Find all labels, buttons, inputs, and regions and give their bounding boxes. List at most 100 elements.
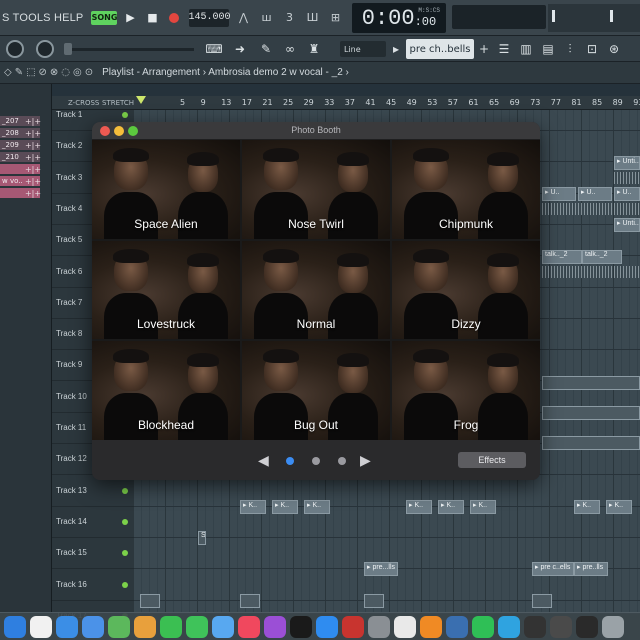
main-menu[interactable]: S TOOLS HELP xyxy=(0,12,83,24)
effects-button[interactable]: Effects xyxy=(458,452,526,468)
messages-icon[interactable] xyxy=(186,615,208,638)
audio-clip[interactable]: ▸ Unti.. xyxy=(614,156,640,170)
telegram-icon[interactable] xyxy=(498,615,520,638)
piano-roll-icon[interactable]: ▥ xyxy=(518,41,534,57)
effect-thumbnail[interactable]: Bug Out xyxy=(242,341,390,440)
safari-icon[interactable] xyxy=(56,615,78,638)
add-pattern-button[interactable]: + xyxy=(476,41,492,57)
close-window-button[interactable] xyxy=(100,126,110,136)
effect-thumbnail[interactable]: Nose Twirl xyxy=(242,140,390,239)
pattern-selector[interactable]: pre ch..bells xyxy=(406,39,474,59)
photo-booth-titlebar[interactable]: Photo Booth xyxy=(92,122,540,140)
flstudio-icon[interactable] xyxy=(420,615,442,638)
channel-route-button[interactable]: +|+ xyxy=(25,176,41,186)
podcasts-icon[interactable] xyxy=(264,615,286,638)
playlist-icon[interactable]: ☰ xyxy=(496,41,512,57)
track-header[interactable]: Track 16 xyxy=(52,570,134,601)
app4-icon[interactable] xyxy=(550,615,572,638)
photobooth-icon[interactable] xyxy=(342,615,364,638)
track-mute-led[interactable] xyxy=(122,519,128,525)
channel-route-button[interactable]: +|+ xyxy=(25,164,41,174)
channel-route-button[interactable]: +|+ xyxy=(25,128,41,138)
photos-icon[interactable] xyxy=(134,615,156,638)
pattern-clip[interactable] xyxy=(542,376,640,390)
pattern-clip[interactable]: ▸ K.. xyxy=(406,500,432,514)
arrow-right-icon[interactable]: ➜ xyxy=(232,41,248,57)
wait-input-icon[interactable]: ш xyxy=(257,9,275,27)
page-dot-2[interactable] xyxy=(312,457,320,465)
position-slider-track[interactable] xyxy=(64,48,194,51)
track-header[interactable]: Track 13 xyxy=(52,476,134,507)
pattern-clip[interactable] xyxy=(532,594,552,608)
master-volume-knob[interactable] xyxy=(6,40,24,58)
channel-route-button[interactable]: +|+ xyxy=(25,152,41,162)
link-icon[interactable]: ∞ xyxy=(282,41,298,57)
finder2-icon[interactable] xyxy=(212,615,234,638)
pattern-clip[interactable] xyxy=(240,594,260,608)
effect-thumbnail[interactable]: Dizzy xyxy=(392,240,540,340)
pattern-clip[interactable] xyxy=(542,406,640,420)
channel-route-button[interactable]: +|+ xyxy=(25,188,41,198)
keyboard-icon[interactable]: ⌨ xyxy=(205,41,222,57)
pattern-clip[interactable] xyxy=(140,594,160,608)
effect-thumbnail[interactable]: Chipmunk xyxy=(392,140,540,239)
calendar-icon[interactable] xyxy=(30,615,52,638)
whatsapp-icon[interactable] xyxy=(472,615,494,638)
record-button[interactable] xyxy=(165,9,183,27)
pattern-clip[interactable]: ▸ K.. xyxy=(272,500,298,514)
appstore-icon[interactable] xyxy=(316,615,338,638)
finder-icon[interactable] xyxy=(4,615,26,638)
audio-clip[interactable]: ▸ U.. xyxy=(542,187,576,201)
track-mute-led[interactable] xyxy=(122,112,128,118)
audio-clip[interactable]: talk.._2 xyxy=(542,250,582,264)
effect-thumbnail[interactable]: Normal xyxy=(242,240,390,340)
pattern-clip[interactable]: ▸ pre..lls xyxy=(574,562,608,576)
effect-thumbnail[interactable]: Blockhead xyxy=(92,341,240,440)
playlist-tool-icons[interactable]: ◇✎⬚⊘⊗◌◎⊙ xyxy=(4,67,96,78)
effect-thumbnail[interactable]: Lovestruck xyxy=(92,240,240,340)
settings-icon[interactable] xyxy=(368,615,390,638)
channel-route-button[interactable]: +|+ xyxy=(25,116,41,126)
channel-rack-icon[interactable]: ▤ xyxy=(540,41,556,57)
page-dot-3[interactable] xyxy=(338,457,346,465)
pattern-clip[interactable] xyxy=(542,436,640,450)
countdown-icon[interactable]: 3 xyxy=(280,9,298,27)
blend-notes-icon[interactable]: ⊞ xyxy=(326,9,344,27)
tempo-display[interactable]: 145.000 xyxy=(188,8,231,27)
previous-page-button[interactable]: ◀ xyxy=(258,453,269,469)
effect-thumbnail[interactable]: Space Alien xyxy=(92,140,240,239)
zoom-window-button[interactable] xyxy=(128,126,138,136)
audio-clip[interactable]: ▸ U.. xyxy=(578,187,612,201)
position-slider-thumb[interactable] xyxy=(64,43,72,55)
mail-icon[interactable] xyxy=(82,615,104,638)
mixer-icon[interactable]: ⫶ xyxy=(562,41,578,57)
pattern-clip[interactable]: ▸ K.. xyxy=(304,500,330,514)
track-mute-led[interactable] xyxy=(122,488,128,494)
app5-icon[interactable] xyxy=(576,615,598,638)
app3-icon[interactable] xyxy=(524,615,546,638)
stamp-icon[interactable]: ♜ xyxy=(306,41,322,57)
page-dot-1[interactable] xyxy=(286,457,294,465)
next-page-button[interactable]: ▶ xyxy=(360,453,371,469)
pattern-clip[interactable]: ▸ K.. xyxy=(574,500,600,514)
chrome-icon[interactable] xyxy=(394,615,416,638)
pattern-clip[interactable]: ▸ K.. xyxy=(470,500,496,514)
track-lane[interactable] xyxy=(134,507,640,538)
maps-icon[interactable] xyxy=(108,615,130,638)
pattern-clip[interactable]: S xyxy=(198,531,206,545)
metronome-icon[interactable]: ⋀ xyxy=(234,9,252,27)
stop-button[interactable]: ■ xyxy=(143,9,161,27)
pattern-clip[interactable] xyxy=(364,594,384,608)
pencil-icon[interactable]: ✎ xyxy=(258,41,274,57)
track-mute-led[interactable] xyxy=(122,550,128,556)
trash-icon[interactable] xyxy=(602,615,624,638)
music-icon[interactable] xyxy=(238,615,260,638)
audio-clip[interactable]: talk.._2 xyxy=(582,250,622,264)
pattern-clip[interactable]: ▸ pre c..ells xyxy=(532,562,574,576)
audio-clip[interactable]: ▸ Unti.. xyxy=(614,218,640,232)
audio-clip[interactable]: ▸ U.. xyxy=(614,187,640,201)
snap-selector[interactable]: Line xyxy=(340,41,386,57)
app2-icon[interactable] xyxy=(446,615,468,638)
play-button[interactable]: ▶ xyxy=(121,9,139,27)
pattern-clip[interactable]: ▸ K.. xyxy=(438,500,464,514)
